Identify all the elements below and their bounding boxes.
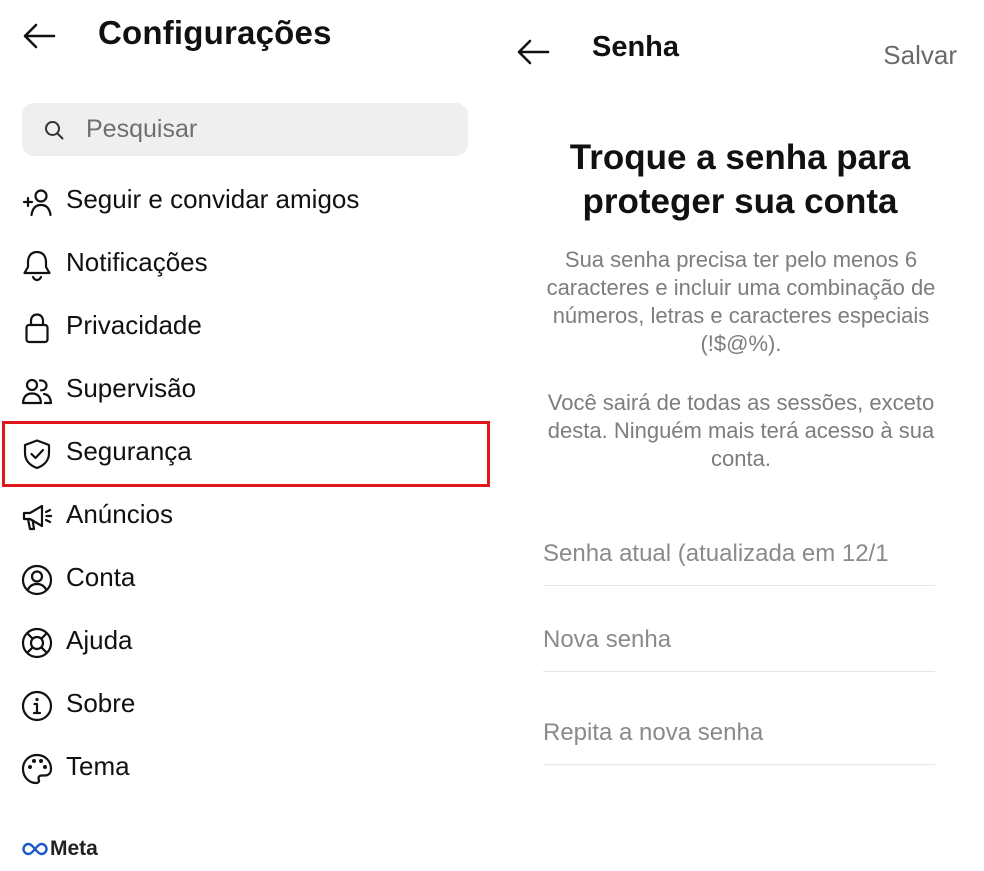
info-icon <box>21 690 53 722</box>
search-input[interactable] <box>86 103 456 156</box>
meta-logo-text: Meta <box>50 837 98 860</box>
menu-item-label: Conta <box>66 562 136 592</box>
shield-check-icon <box>23 439 51 470</box>
menu-item-security[interactable]: Segurança <box>0 423 490 486</box>
menu-item-follow-invite-friends[interactable]: Seguir e convidar amigos <box>0 171 490 234</box>
add-person-icon <box>22 189 52 217</box>
menu-item-theme[interactable]: Tema <box>0 738 490 801</box>
menu-item-help[interactable]: Ajuda <box>0 612 490 675</box>
menu-item-about[interactable]: Sobre <box>0 675 490 738</box>
menu-item-label: Sobre <box>66 688 136 718</box>
repeat-password-input[interactable] <box>543 705 935 761</box>
menu-item-label: Seguir e convidar amigos <box>66 184 360 214</box>
bell-icon <box>23 250 51 282</box>
page-title: Senha <box>592 31 680 63</box>
repeat-password-field[interactable] <box>543 705 935 765</box>
account-circle-icon <box>21 564 53 596</box>
back-arrow-icon[interactable] <box>22 22 56 50</box>
lock-icon <box>25 313 49 344</box>
page-title: Configurações <box>98 14 332 51</box>
password-requirements-text: Sua senha precisa ter pelo menos 6 carac… <box>546 247 936 356</box>
menu-item-label: Notificações <box>66 247 208 277</box>
current-password-field[interactable] <box>543 526 935 586</box>
headline: Troque a senha para proteger sua conta <box>569 138 911 221</box>
menu-item-label: Segurança <box>66 436 192 466</box>
search-bar[interactable] <box>22 103 468 156</box>
menu-item-supervision[interactable]: Supervisão <box>0 360 490 423</box>
new-password-field[interactable] <box>543 612 935 672</box>
settings-panel: Configurações Seguir e convidar amigos N… <box>0 0 500 871</box>
menu-item-label: Tema <box>66 751 130 781</box>
password-panel: Senha Salvar Troque a senha para protege… <box>500 0 984 871</box>
menu-item-ads[interactable]: Anúncios <box>0 486 490 549</box>
megaphone-icon <box>22 504 53 531</box>
menu-item-label: Privacidade <box>66 310 202 340</box>
meta-infinity-icon <box>22 842 48 856</box>
menu-item-label: Anúncios <box>66 499 173 529</box>
menu-item-notifications[interactable]: Notificações <box>0 234 490 297</box>
save-button[interactable]: Salvar <box>883 40 957 71</box>
lifebuoy-icon <box>21 627 53 659</box>
back-arrow-icon[interactable] <box>516 38 550 66</box>
current-password-input[interactable] <box>543 526 935 582</box>
menu-item-account[interactable]: Conta <box>0 549 490 612</box>
menu-item-label: Supervisão <box>66 373 197 403</box>
palette-icon <box>21 753 53 785</box>
search-icon <box>45 121 64 140</box>
people-icon <box>21 378 53 405</box>
menu-item-label: Ajuda <box>66 625 133 655</box>
menu-item-privacy[interactable]: Privacidade <box>0 297 490 360</box>
new-password-input[interactable] <box>543 612 935 668</box>
session-logout-text: Você sairá de todas as sessões, exceto d… <box>547 390 935 471</box>
